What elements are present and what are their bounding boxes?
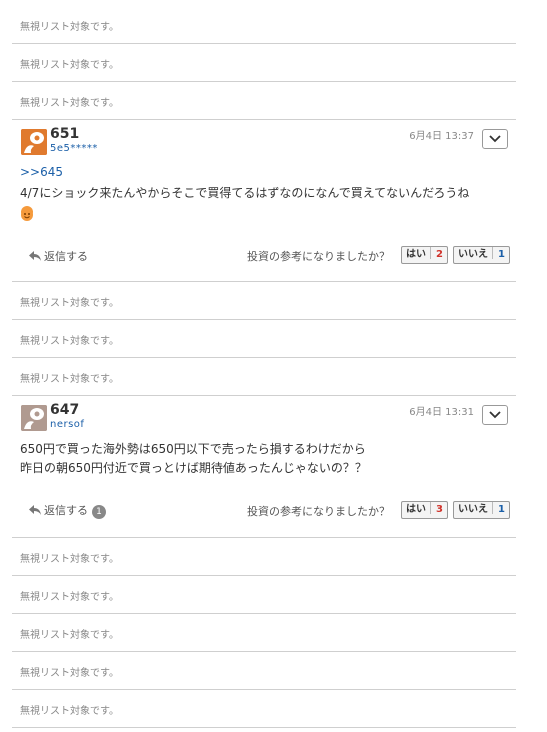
yes-count: 2 xyxy=(436,249,443,260)
no-label: いいえ xyxy=(458,249,488,260)
helpful-question: 投資の参考になりましたか？ xyxy=(247,505,390,518)
ignored-comment: 無視リスト対象です。 xyxy=(12,6,516,44)
yes-count: 3 xyxy=(436,504,443,515)
no-count: 1 xyxy=(498,504,505,515)
reply-anchor-link[interactable]: >>645 xyxy=(20,165,63,179)
reply-button[interactable]: 返信する 1 xyxy=(28,502,106,519)
comment-post: 647 nersof 6月4日 13:31 650円で買った海外勢は650円以下… xyxy=(12,396,516,538)
ignored-comment: 無視リスト対象です。 xyxy=(12,358,516,396)
ignored-comment: 無視リスト対象です。 xyxy=(12,320,516,358)
comment-timestamp: 6月4日 13:31 xyxy=(409,407,474,418)
chevron-down-icon xyxy=(489,135,501,143)
no-label: いいえ xyxy=(458,504,488,515)
comment-body-line: 4/7にショック来たんやからそこで買得てるはずなのになんで買えてないんだろうね xyxy=(20,186,470,200)
avatar[interactable] xyxy=(21,129,47,155)
reply-label: 返信する xyxy=(44,504,88,517)
chevron-down-icon xyxy=(489,411,501,419)
comment-username[interactable]: nersof xyxy=(50,419,84,430)
yes-vote-button[interactable]: はい 2 xyxy=(401,246,448,264)
ignored-label: 無視リスト対象です。 xyxy=(20,98,119,109)
comment-post: 651 5e5***** 6月4日 13:37 >>645 4/7にショック来た… xyxy=(12,120,516,282)
no-vote-button[interactable]: いいえ 1 xyxy=(453,501,510,519)
ignored-comment: 無視リスト対象です。 xyxy=(12,282,516,320)
user-silhouette-icon xyxy=(21,405,47,431)
yes-label: はい xyxy=(406,504,426,515)
ignored-label: 無視リスト対象です。 xyxy=(20,298,119,309)
no-count: 1 xyxy=(498,249,505,260)
ignored-comment: 無視リスト対象です。 xyxy=(12,614,516,652)
comment-body-line: 昨日の朝650円付近で買っとけば期待値あったんじゃないの？？ xyxy=(20,461,367,475)
smiley-emoji-icon xyxy=(21,206,33,221)
comment-menu-button[interactable] xyxy=(482,405,508,425)
helpful-question: 投資の参考になりましたか？ xyxy=(247,250,390,263)
ignored-label: 無視リスト対象です。 xyxy=(20,60,119,71)
yes-label: はい xyxy=(406,249,426,260)
comment-timestamp: 6月4日 13:37 xyxy=(409,131,474,142)
user-silhouette-icon xyxy=(21,129,47,155)
ignored-comment: 無視リスト対象です。 xyxy=(12,44,516,82)
yes-vote-button[interactable]: はい 3 xyxy=(401,501,448,519)
ignored-comment: 無視リスト対象です。 xyxy=(12,538,516,576)
reply-button[interactable]: 返信する xyxy=(28,248,88,264)
comment-number: 651 xyxy=(50,126,80,142)
no-vote-button[interactable]: いいえ 1 xyxy=(453,246,510,264)
comment-menu-button[interactable] xyxy=(482,129,508,149)
avatar[interactable] xyxy=(21,405,47,431)
ignored-label: 無視リスト対象です。 xyxy=(20,336,119,347)
reply-count-badge[interactable]: 1 xyxy=(92,505,106,519)
ignored-label: 無視リスト対象です。 xyxy=(20,630,119,641)
ignored-label: 無視リスト対象です。 xyxy=(20,554,119,565)
ignored-label: 無視リスト対象です。 xyxy=(20,668,119,679)
reply-label: 返信する xyxy=(44,250,88,263)
ignored-label: 無視リスト対象です。 xyxy=(20,592,119,603)
ignored-label: 無視リスト対象です。 xyxy=(20,374,119,385)
ignored-comment: 無視リスト対象です。 xyxy=(12,690,516,728)
comment-body-line: 650円で買った海外勢は650円以下で売ったら損するわけだから xyxy=(20,442,366,456)
ignored-comment: 無視リスト対象です。 xyxy=(12,576,516,614)
ignored-comment: 無視リスト対象です。 xyxy=(12,652,516,690)
comment-username[interactable]: 5e5***** xyxy=(50,143,98,154)
ignored-label: 無視リスト対象です。 xyxy=(20,706,119,717)
comment-thread: 無視リスト対象です。 無視リスト対象です。 無視リスト対象です。 651 5e5… xyxy=(0,0,547,732)
ignored-label: 無視リスト対象です。 xyxy=(20,22,119,33)
comment-number: 647 xyxy=(50,402,80,418)
ignored-comment: 無視リスト対象です。 xyxy=(12,82,516,120)
reply-arrow-icon xyxy=(29,505,41,515)
reply-arrow-icon xyxy=(29,251,41,261)
